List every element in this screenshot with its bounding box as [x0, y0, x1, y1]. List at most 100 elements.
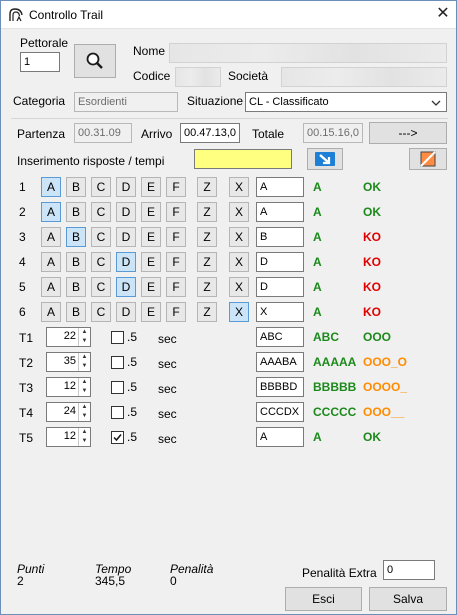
answer-field[interactable]: D: [256, 277, 304, 297]
half-second-checkbox[interactable]: [111, 406, 124, 419]
half-second-checkbox[interactable]: [111, 381, 124, 394]
timed-answer-field[interactable]: CCCDX: [256, 402, 304, 422]
option-a-button[interactable]: A: [41, 302, 61, 322]
option-e-button[interactable]: E: [141, 202, 161, 222]
penalita-extra-input[interactable]: 0: [383, 560, 435, 580]
situazione-select[interactable]: CL - Classificato: [245, 92, 447, 112]
time-stepper[interactable]: 12 ▲ ▼: [46, 427, 91, 447]
option-e-button[interactable]: E: [141, 252, 161, 272]
option-f-button[interactable]: F: [166, 252, 186, 272]
reset-button[interactable]: [409, 148, 447, 170]
timed-answer-field[interactable]: A: [256, 427, 304, 447]
timed-answer-field[interactable]: ABC: [256, 327, 304, 347]
chevron-down-icon[interactable]: ▼: [79, 437, 90, 446]
option-f-button[interactable]: F: [166, 277, 186, 297]
option-a-button[interactable]: A: [41, 177, 61, 197]
trail-app-icon: [9, 8, 23, 22]
option-x-button[interactable]: X: [229, 227, 249, 247]
option-z-button[interactable]: Z: [197, 277, 217, 297]
salva-button[interactable]: Salva: [369, 587, 447, 611]
option-b-button[interactable]: B: [66, 277, 86, 297]
answer-field[interactable]: A: [256, 177, 304, 197]
option-b-button[interactable]: B: [66, 202, 86, 222]
option-x-button[interactable]: X: [229, 277, 249, 297]
inserimento-input[interactable]: [194, 149, 292, 169]
option-f-button[interactable]: F: [166, 227, 186, 247]
option-z-button[interactable]: Z: [197, 202, 217, 222]
esci-button[interactable]: Esci: [285, 587, 362, 611]
option-z-button[interactable]: Z: [197, 227, 217, 247]
answer-field[interactable]: X: [256, 302, 304, 322]
option-z-button[interactable]: Z: [197, 252, 217, 272]
option-z-button[interactable]: Z: [197, 302, 217, 322]
option-c-button[interactable]: C: [91, 252, 111, 272]
pettorale-input[interactable]: 1: [20, 52, 60, 72]
arrivo-input[interactable]: 00.47.13,0: [180, 123, 240, 143]
option-b-button[interactable]: B: [66, 227, 86, 247]
option-e-button[interactable]: E: [141, 302, 161, 322]
timed-answer-field[interactable]: BBBBD: [256, 377, 304, 397]
search-button[interactable]: [74, 44, 116, 78]
seconds-unit-label: sec: [158, 332, 177, 346]
arrivo-label: Arrivo: [141, 127, 173, 141]
close-button[interactable]: ✕: [433, 3, 453, 25]
chevron-down-icon[interactable]: ▼: [79, 387, 90, 396]
half-second-checkbox[interactable]: [111, 356, 124, 369]
option-c-button[interactable]: C: [91, 277, 111, 297]
stepper-arrows[interactable]: ▲ ▼: [78, 328, 90, 346]
option-a-button[interactable]: A: [41, 202, 61, 222]
answer-field[interactable]: D: [256, 252, 304, 272]
option-a-button[interactable]: A: [41, 227, 61, 247]
option-c-button[interactable]: C: [91, 302, 111, 322]
option-c-button[interactable]: C: [91, 202, 111, 222]
half-second-checkbox[interactable]: [111, 331, 124, 344]
answer-field[interactable]: A: [256, 202, 304, 222]
chevron-down-icon[interactable]: ▼: [79, 362, 90, 371]
option-e-button[interactable]: E: [141, 227, 161, 247]
option-f-button[interactable]: F: [166, 202, 186, 222]
stepper-arrows[interactable]: ▲ ▼: [78, 378, 90, 396]
option-x-button[interactable]: X: [229, 202, 249, 222]
option-a-button[interactable]: A: [41, 277, 61, 297]
option-b-button[interactable]: B: [66, 302, 86, 322]
option-z-button[interactable]: Z: [197, 177, 217, 197]
option-c-button[interactable]: C: [91, 177, 111, 197]
chevron-down-icon[interactable]: ▼: [79, 412, 90, 421]
option-d-button[interactable]: D: [116, 202, 136, 222]
time-stepper[interactable]: 22 ▲ ▼: [46, 327, 91, 347]
chevron-up-icon[interactable]: ▲: [79, 403, 90, 412]
go-button[interactable]: --->: [369, 122, 447, 144]
option-b-button[interactable]: B: [66, 177, 86, 197]
chevron-up-icon[interactable]: ▲: [79, 378, 90, 387]
option-e-button[interactable]: E: [141, 177, 161, 197]
option-x-button[interactable]: X: [229, 302, 249, 322]
time-stepper[interactable]: 12 ▲ ▼: [46, 377, 91, 397]
half-second-checkbox[interactable]: [111, 431, 124, 444]
option-f-button[interactable]: F: [166, 302, 186, 322]
chevron-down-icon[interactable]: ▼: [79, 337, 90, 346]
stepper-arrows[interactable]: ▲ ▼: [78, 353, 90, 371]
option-x-button[interactable]: X: [229, 252, 249, 272]
chevron-up-icon[interactable]: ▲: [79, 328, 90, 337]
option-x-button[interactable]: X: [229, 177, 249, 197]
answer-field[interactable]: B: [256, 227, 304, 247]
option-f-button[interactable]: F: [166, 177, 186, 197]
stepper-arrows[interactable]: ▲ ▼: [78, 428, 90, 446]
option-b-button[interactable]: B: [66, 252, 86, 272]
stepper-arrows[interactable]: ▲ ▼: [78, 403, 90, 421]
option-d-button[interactable]: D: [116, 227, 136, 247]
societa-label: Società: [228, 69, 269, 83]
time-stepper[interactable]: 24 ▲ ▼: [46, 402, 91, 422]
option-c-button[interactable]: C: [91, 227, 111, 247]
option-d-button[interactable]: D: [116, 252, 136, 272]
option-d-button[interactable]: D: [116, 302, 136, 322]
timed-answer-field[interactable]: AAABA: [256, 352, 304, 372]
option-e-button[interactable]: E: [141, 277, 161, 297]
time-stepper[interactable]: 35 ▲ ▼: [46, 352, 91, 372]
chevron-up-icon[interactable]: ▲: [79, 353, 90, 362]
option-a-button[interactable]: A: [41, 252, 61, 272]
option-d-button[interactable]: D: [116, 277, 136, 297]
option-d-button[interactable]: D: [116, 177, 136, 197]
chevron-up-icon[interactable]: ▲: [79, 428, 90, 437]
confirm-arrow-button[interactable]: [307, 148, 343, 170]
